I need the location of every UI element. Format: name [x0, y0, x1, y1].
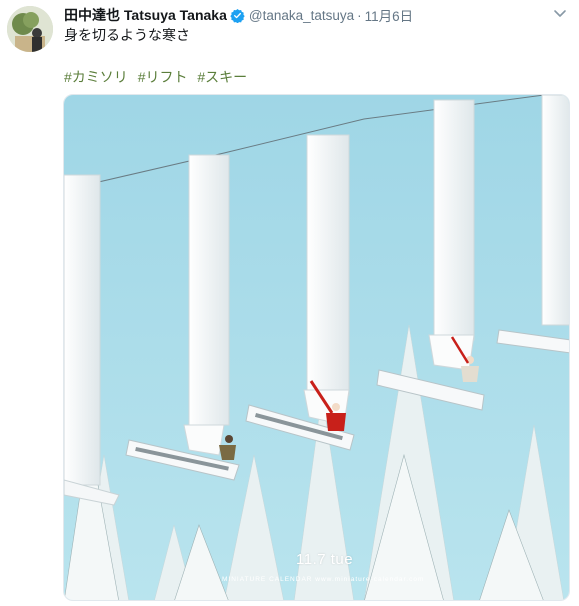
hashtag-link[interactable]: #スキー: [197, 69, 247, 85]
hashtag-link[interactable]: #カミソリ: [64, 69, 128, 85]
calendar-site-caption: MINIATURE CALENDAR www.miniature-calenda…: [222, 576, 425, 583]
verified-badge-icon: [230, 8, 245, 23]
author-handle[interactable]: @tanaka_tatsuya: [249, 8, 354, 23]
photo-illustration: [64, 95, 569, 600]
hashtag-link[interactable]: #リフト: [138, 69, 188, 85]
tweet-photo[interactable]: 11.7 tue MINIATURE CALENDAR www.miniatur…: [63, 94, 570, 601]
avatar[interactable]: [7, 6, 53, 52]
calendar-date-caption: 11.7 tue: [296, 551, 354, 568]
author-name[interactable]: 田中達也 Tatsuya Tanaka: [64, 5, 227, 25]
tweet-card: 田中達也 Tatsuya Tanaka @tanaka_tatsuya · 11…: [0, 0, 579, 606]
tweet-timestamp[interactable]: 11月6日: [365, 5, 414, 25]
separator-dot: ·: [357, 7, 362, 23]
tweet-header: 田中達也 Tatsuya Tanaka @tanaka_tatsuya · 11…: [64, 5, 413, 25]
hashtag-list: #カミソリ #リフト #スキー: [64, 67, 253, 87]
chevron-down-icon[interactable]: [552, 7, 568, 21]
tweet-text: 身を切るような寒さ: [64, 27, 190, 43]
